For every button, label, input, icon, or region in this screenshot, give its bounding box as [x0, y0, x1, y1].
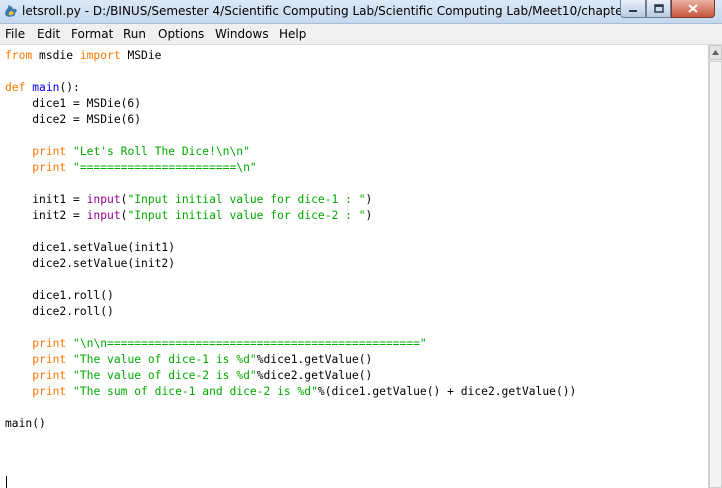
code-line: dice2 = MSDie(6) — [5, 112, 576, 128]
python-idle-icon — [3, 3, 19, 19]
code-line: dice2.setValue(init2) — [5, 256, 576, 272]
code-token: print — [32, 385, 67, 398]
close-icon — [688, 4, 698, 13]
code-editor[interactable]: from msdie import MSDie def main(): dice… — [0, 45, 708, 488]
code-token: input — [86, 193, 121, 206]
code-token: print — [32, 369, 67, 382]
minimize-icon — [629, 9, 637, 12]
code-token: %(dice1.getValue() + dice2.getValue()) — [317, 385, 577, 398]
code-token: dice2.setValue(init2) — [5, 257, 176, 270]
code-token: %dice1.getValue() — [256, 353, 373, 366]
code-token: input — [86, 209, 121, 222]
menu-windows[interactable]: Windows — [215, 27, 269, 41]
scroll-thumb[interactable] — [709, 61, 722, 488]
menu-bar: File Edit Format Run Options Windows Hel… — [0, 24, 722, 45]
text-cursor — [6, 476, 7, 488]
code-token: dice1.setValue(init1) — [5, 241, 176, 254]
code-token: main() — [5, 417, 46, 430]
code-text[interactable]: from msdie import MSDie def main(): dice… — [5, 48, 576, 432]
menu-options[interactable]: Options — [158, 27, 204, 41]
close-button[interactable] — [671, 0, 715, 18]
code-line: dice1.setValue(init1) — [5, 240, 576, 256]
code-token: main — [32, 81, 60, 94]
code-token: dice2.roll() — [5, 305, 114, 318]
code-token: "The value of dice-1 is %d" — [73, 353, 257, 366]
code-line: print "The value of dice-2 is %d"%dice2.… — [5, 368, 576, 384]
code-token: print — [32, 145, 67, 158]
code-line: def main(): — [5, 80, 576, 96]
menu-format[interactable]: Format — [71, 27, 113, 41]
code-line: dice2.roll() — [5, 304, 576, 320]
menu-run[interactable]: Run — [123, 27, 146, 41]
code-token: init1 = — [5, 193, 87, 206]
menu-help[interactable]: Help — [279, 27, 306, 41]
code-token: ) — [365, 209, 373, 222]
code-token: msdie — [32, 49, 80, 62]
code-line: from msdie import MSDie — [5, 48, 576, 64]
code-line: dice1.roll() — [5, 288, 576, 304]
code-token: print — [32, 337, 67, 350]
code-line: init1 = input("Input initial value for d… — [5, 192, 576, 208]
code-line: print "Let's Roll The Dice!\n\n" — [5, 144, 576, 160]
code-token: "The value of dice-2 is %d" — [73, 369, 257, 382]
code-token: "\n\n===================================… — [73, 337, 427, 350]
maximize-icon — [653, 4, 664, 13]
code-token: import — [79, 49, 121, 62]
scroll-up-button[interactable] — [709, 45, 722, 60]
code-token: "Let's Roll The Dice!\n\n" — [73, 145, 250, 158]
vertical-scrollbar[interactable] — [708, 45, 722, 488]
code-line: print "\n\n=============================… — [5, 336, 576, 352]
code-token: "The sum of dice-1 and dice-2 is %d" — [73, 385, 318, 398]
minimize-button[interactable] — [620, 0, 646, 18]
code-token: init2 = — [5, 209, 87, 222]
code-token: dice1 = MSDie(6) — [5, 97, 142, 110]
code-line: init2 = input("Input initial value for d… — [5, 208, 576, 224]
maximize-button[interactable] — [646, 0, 671, 18]
code-token: "=======================\n" — [73, 161, 257, 174]
menu-file[interactable]: File — [5, 27, 25, 41]
code-token: dice2 = MSDie(6) — [5, 113, 142, 126]
code-token: from — [5, 49, 33, 62]
code-token: dice1.roll() — [5, 289, 114, 302]
title-bar: letsroll.py - D:/BINUS/Semester 4/Scient… — [0, 0, 722, 24]
arrow-up-icon — [712, 50, 719, 55]
code-token: (): — [59, 81, 80, 94]
code-line: print "The sum of dice-1 and dice-2 is %… — [5, 384, 576, 400]
code-line: print "=======================\n" — [5, 160, 576, 176]
code-line: dice1 = MSDie(6) — [5, 96, 576, 112]
code-token: %dice2.getValue() — [256, 369, 373, 382]
window-title: letsroll.py - D:/BINUS/Semester 4/Scient… — [22, 4, 622, 18]
code-line: print "The value of dice-1 is %d"%dice1.… — [5, 352, 576, 368]
code-token: ) — [365, 193, 373, 206]
code-token: "Input initial value for dice-1 : " — [127, 193, 366, 206]
code-line: main() — [5, 416, 576, 432]
menu-edit[interactable]: Edit — [37, 27, 60, 41]
code-token: def — [5, 81, 26, 94]
code-token: print — [32, 161, 67, 174]
code-token: "Input initial value for dice-2 : " — [127, 209, 366, 222]
code-token: MSDie — [120, 49, 162, 62]
code-token: print — [32, 353, 67, 366]
